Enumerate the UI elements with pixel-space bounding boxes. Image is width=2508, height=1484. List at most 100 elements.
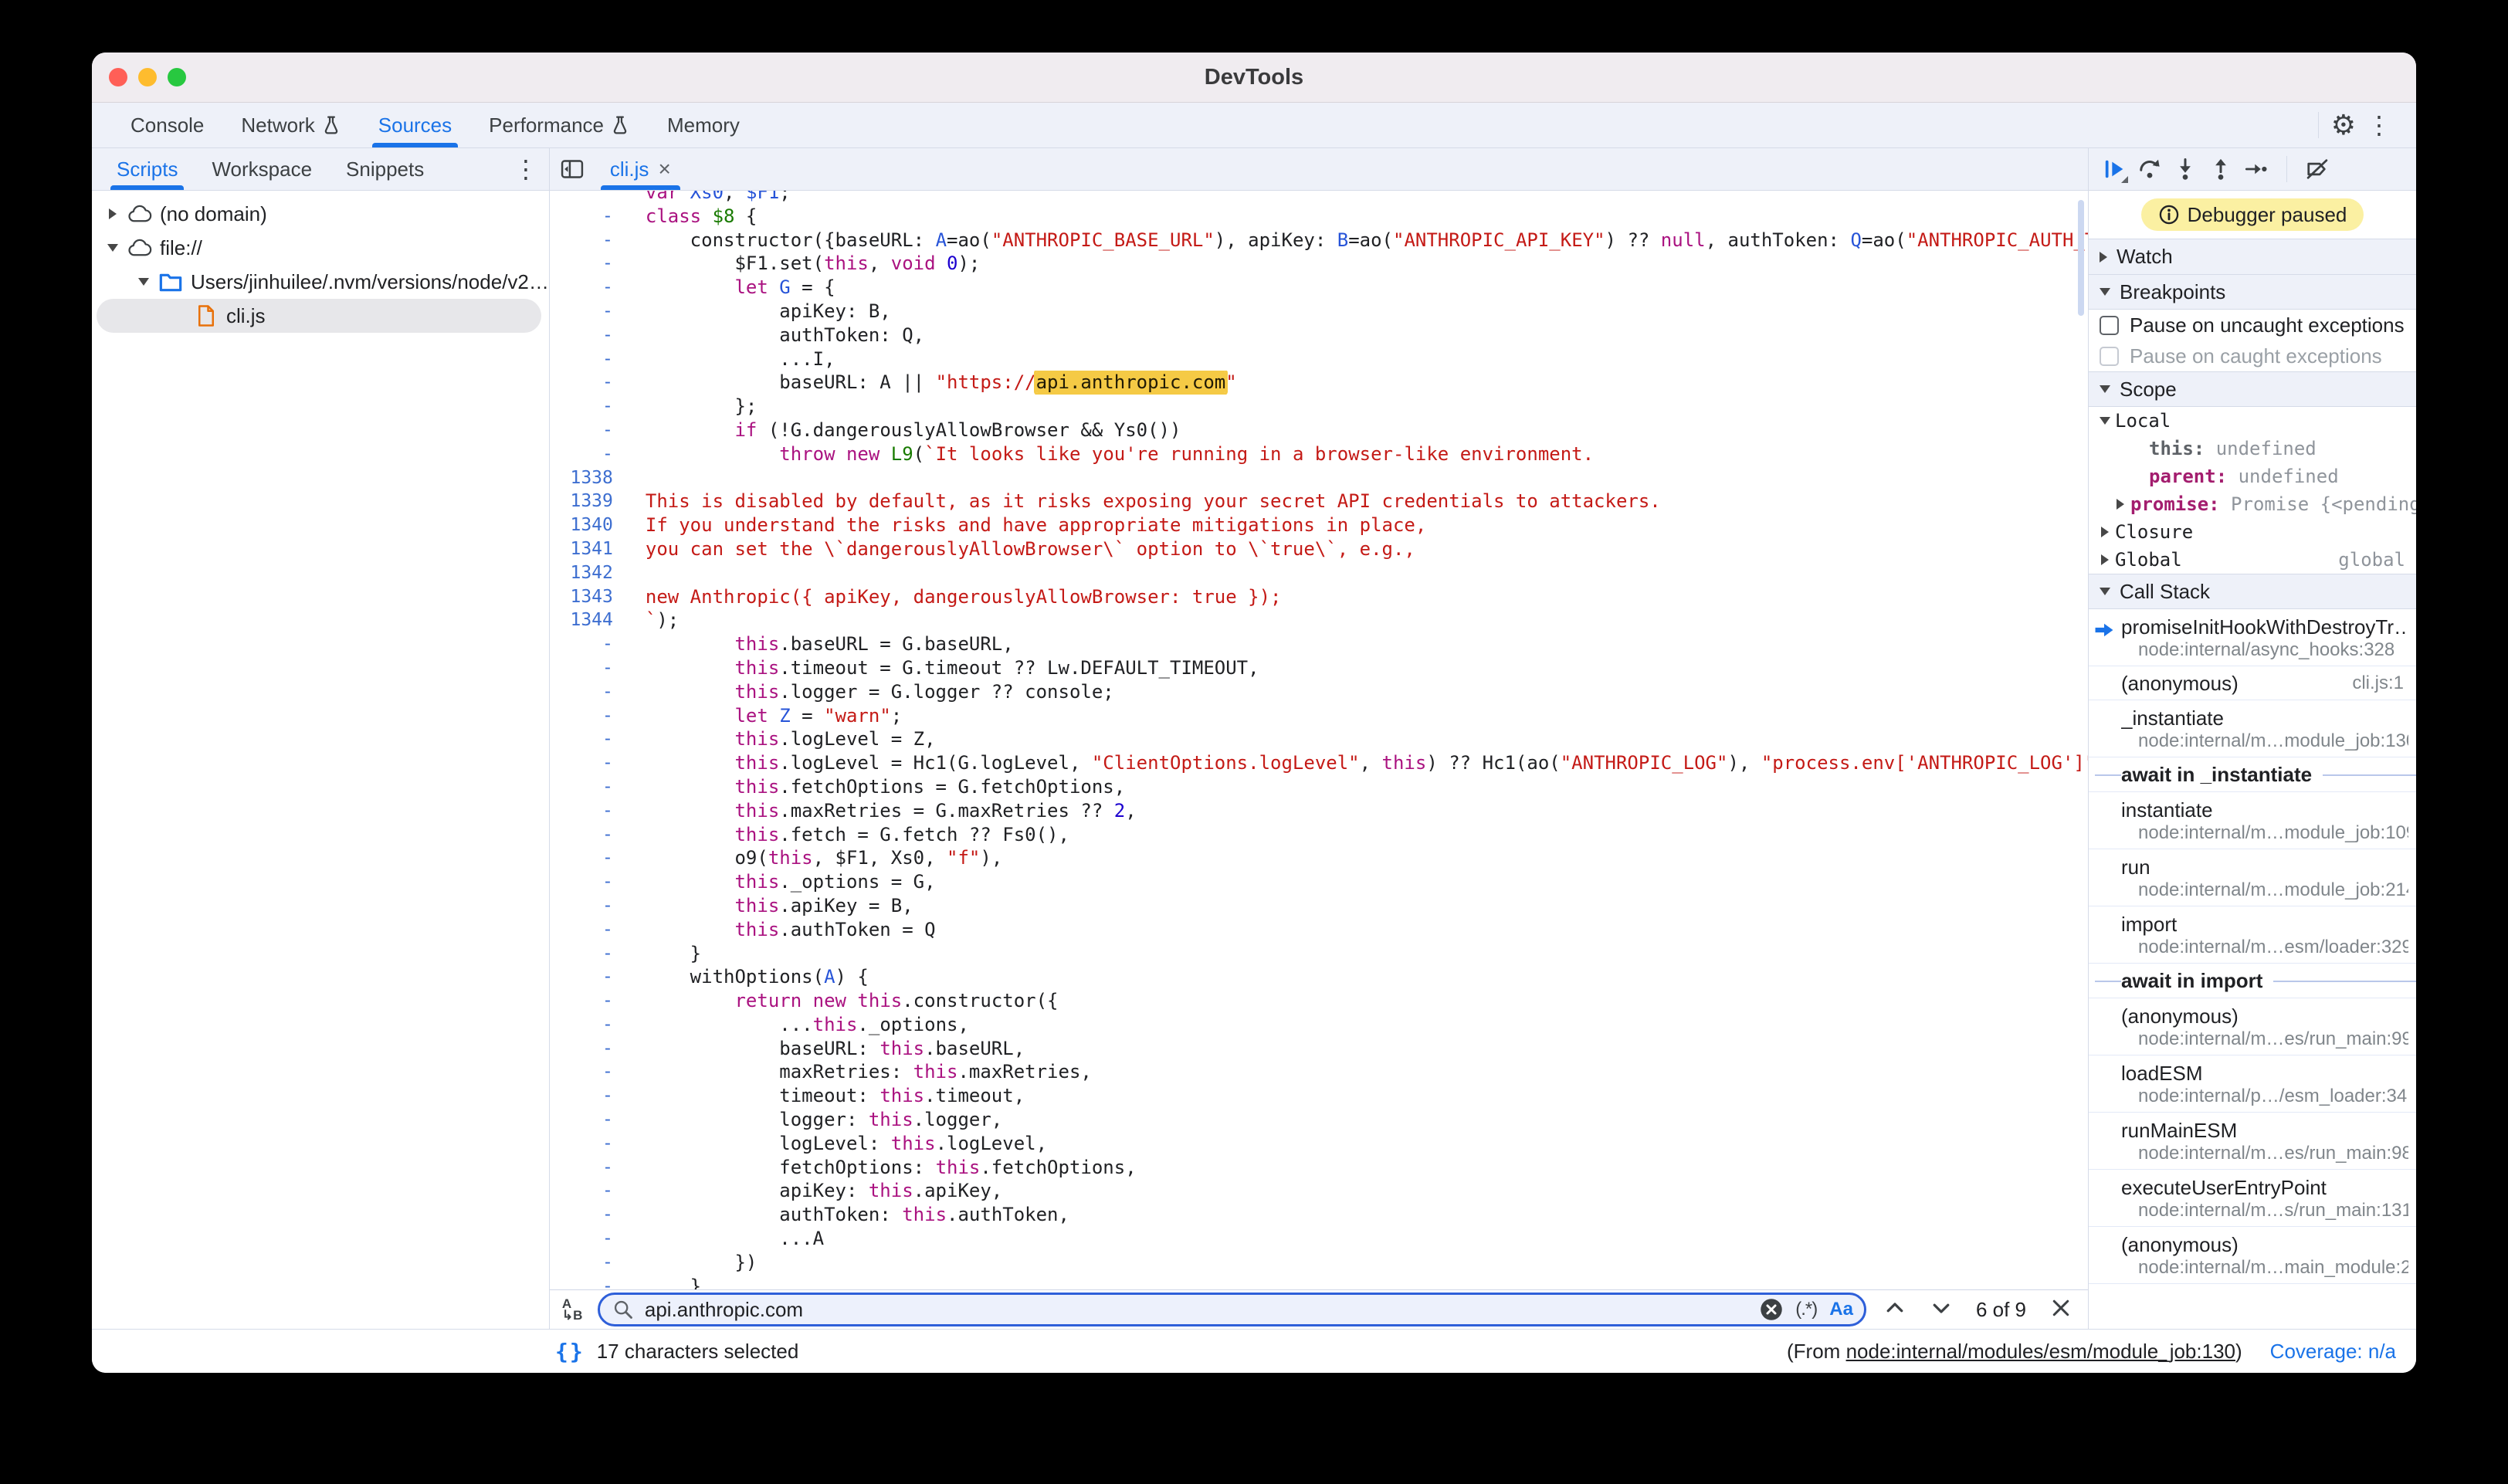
code-line[interactable]: - }	[550, 942, 2088, 966]
replace-toggle-icon[interactable]: A↳B	[559, 1298, 598, 1321]
line-gutter[interactable]: -	[550, 704, 635, 728]
close-find-icon[interactable]	[2049, 1296, 2072, 1323]
code-line[interactable]: - let Z = "warn";	[550, 704, 2088, 728]
line-gutter[interactable]: -	[550, 1037, 635, 1061]
code-line[interactable]: - o9(this, $F1, Xs0, "f"),	[550, 846, 2088, 870]
line-gutter[interactable]: -	[550, 870, 635, 894]
navigator-tab-workspace[interactable]: Workspace	[195, 148, 329, 190]
code-line[interactable]: 1344`);	[550, 608, 2088, 632]
code-line[interactable]: 1341you can set the \`dangerouslyAllowBr…	[550, 537, 2088, 561]
breakpoints-section-header[interactable]: Breakpoints	[2089, 275, 2416, 310]
call-stack-frame[interactable]: instantiatenode:internal/m…module_job:10…	[2089, 792, 2416, 849]
line-gutter[interactable]: -	[550, 205, 635, 229]
line-gutter[interactable]: -	[550, 276, 635, 300]
line-gutter[interactable]: -	[550, 1060, 635, 1084]
line-gutter[interactable]: -	[550, 823, 635, 847]
call-stack-frame[interactable]: runMainESMnode:internal/m…es/run_main:98	[2089, 1113, 2416, 1170]
code-line[interactable]: var Xs0, $F1;	[550, 191, 2088, 205]
line-gutter[interactable]: 1343	[550, 585, 635, 609]
editor-tab-clijs[interactable]: cli.js ×	[595, 148, 686, 190]
line-gutter[interactable]: -	[550, 324, 635, 347]
pretty-print-icon[interactable]: {}	[555, 1339, 585, 1364]
call-stack-frame[interactable]: runnode:internal/m…module_job:214	[2089, 849, 2416, 906]
code-line[interactable]: - baseURL: A || "https://api.anthropic.c…	[550, 371, 2088, 395]
line-gutter[interactable]: -	[550, 1156, 635, 1180]
scope-row[interactable]: promise: Promise {<pending>}	[2089, 490, 2416, 518]
code-line[interactable]: - throw new L9(`It looks like you're run…	[550, 442, 2088, 466]
clear-search-icon[interactable]	[1760, 1298, 1783, 1321]
code-line[interactable]: - ...this._options,	[550, 1013, 2088, 1037]
line-gutter[interactable]: -	[550, 918, 635, 942]
chevron-down-icon[interactable]	[103, 244, 123, 252]
tab-network[interactable]: Network	[222, 103, 359, 147]
call-stack-section-header[interactable]: Call Stack	[2089, 574, 2416, 609]
code-line[interactable]: 1343new Anthropic({ apiKey, dangerouslyA…	[550, 585, 2088, 609]
tree-item-file-[interactable]: file://	[92, 231, 549, 265]
chevron-right-icon[interactable]	[2095, 527, 2115, 537]
line-gutter[interactable]: -	[550, 751, 635, 775]
step-button[interactable]	[2239, 151, 2274, 187]
tab-console[interactable]: Console	[112, 103, 222, 147]
code-line[interactable]: - }	[550, 1275, 2088, 1289]
call-stack-frame[interactable]: loadESMnode:internal/p…/esm_loader:34	[2089, 1055, 2416, 1113]
line-gutter[interactable]: -	[550, 418, 635, 442]
line-gutter[interactable]: -	[550, 300, 635, 324]
line-gutter[interactable]: -	[550, 1084, 635, 1108]
code-editor[interactable]: var Xs0, $F1;-class $8 {- constructor({b…	[550, 191, 2088, 1289]
checkbox[interactable]	[2100, 347, 2119, 366]
settings-gear-icon[interactable]: ⚙	[2331, 111, 2356, 139]
code-line[interactable]: - fetchOptions: this.fetchOptions,	[550, 1156, 2088, 1180]
line-gutter[interactable]: -	[550, 775, 635, 799]
tree-item-cli-js[interactable]: cli.js	[97, 299, 541, 333]
line-gutter[interactable]: -	[550, 1251, 635, 1275]
scope-section-header[interactable]: Scope	[2089, 371, 2416, 407]
code-line[interactable]: 1342	[550, 561, 2088, 585]
code-line[interactable]: - if (!G.dangerouslyAllowBrowser && Ys0(…	[550, 418, 2088, 442]
scope-row[interactable]: Local	[2089, 407, 2416, 435]
tree-item-users-jinhuilee-nvm-versions-node-v2-[interactable]: Users/jinhuilee/.nvm/versions/node/v2…	[92, 265, 549, 299]
line-gutter[interactable]: -	[550, 727, 635, 751]
pause-exceptions-row[interactable]: Pause on uncaught exceptions	[2089, 310, 2416, 341]
code-line[interactable]: - this.apiKey = B,	[550, 894, 2088, 918]
navigator-tab-scripts[interactable]: Scripts	[100, 148, 195, 190]
code-line[interactable]: - apiKey: B,	[550, 300, 2088, 324]
resume-script-button[interactable]	[2096, 151, 2132, 187]
tab-close-icon[interactable]: ×	[658, 157, 670, 181]
navigator-tab-snippets[interactable]: Snippets	[329, 148, 441, 190]
step-into-button[interactable]	[2167, 151, 2203, 187]
code-line[interactable]: - let G = {	[550, 276, 2088, 300]
code-line[interactable]: - this.logger = G.logger ?? console;	[550, 680, 2088, 704]
code-line[interactable]: - logLevel: this.logLevel,	[550, 1132, 2088, 1156]
coverage-link[interactable]: Coverage: n/a	[2270, 1340, 2396, 1364]
code-line[interactable]: - authToken: this.authToken,	[550, 1203, 2088, 1227]
line-gutter[interactable]: -	[550, 1132, 635, 1156]
code-line[interactable]: - withOptions(A) {	[550, 965, 2088, 989]
chevron-down-icon[interactable]	[2095, 417, 2115, 425]
chevron-down-icon[interactable]	[134, 278, 154, 286]
code-line[interactable]: - this.logLevel = Hc1(G.logLevel, "Clien…	[550, 751, 2088, 775]
watch-section-header[interactable]: Watch	[2089, 239, 2416, 275]
search-field[interactable]: (.*) Aa	[598, 1293, 1866, 1326]
code-line[interactable]: - ...A	[550, 1227, 2088, 1251]
line-gutter[interactable]: -	[550, 1203, 635, 1227]
call-stack-frame[interactable]: (anonymous)node:internal/m…es/run_main:9…	[2089, 998, 2416, 1055]
call-stack-frame[interactable]: executeUserEntryPointnode:internal/m…s/r…	[2089, 1170, 2416, 1227]
code-line[interactable]: - authToken: Q,	[550, 324, 2088, 347]
line-gutter[interactable]: -	[550, 442, 635, 466]
code-line[interactable]: - constructor({baseURL: A=ao("ANTHROPIC_…	[550, 229, 2088, 252]
line-gutter[interactable]: 1340	[550, 513, 635, 537]
code-line[interactable]: - this.logLevel = Z,	[550, 727, 2088, 751]
step-out-button[interactable]	[2203, 151, 2239, 187]
line-gutter[interactable]: 1338	[550, 466, 635, 490]
line-gutter[interactable]	[550, 191, 635, 205]
code-line[interactable]: 1338	[550, 466, 2088, 490]
line-gutter[interactable]: 1344	[550, 608, 635, 632]
deactivate-breakpoints-button[interactable]	[2300, 151, 2335, 187]
line-gutter[interactable]: -	[550, 1013, 635, 1037]
checkbox[interactable]	[2100, 316, 2119, 335]
code-line[interactable]: - this.timeout = G.timeout ?? Lw.DEFAULT…	[550, 656, 2088, 680]
line-gutter[interactable]: -	[550, 347, 635, 371]
line-gutter[interactable]: -	[550, 1275, 635, 1289]
line-gutter[interactable]: -	[550, 1227, 635, 1251]
code-line[interactable]: - this.fetchOptions = G.fetchOptions,	[550, 775, 2088, 799]
